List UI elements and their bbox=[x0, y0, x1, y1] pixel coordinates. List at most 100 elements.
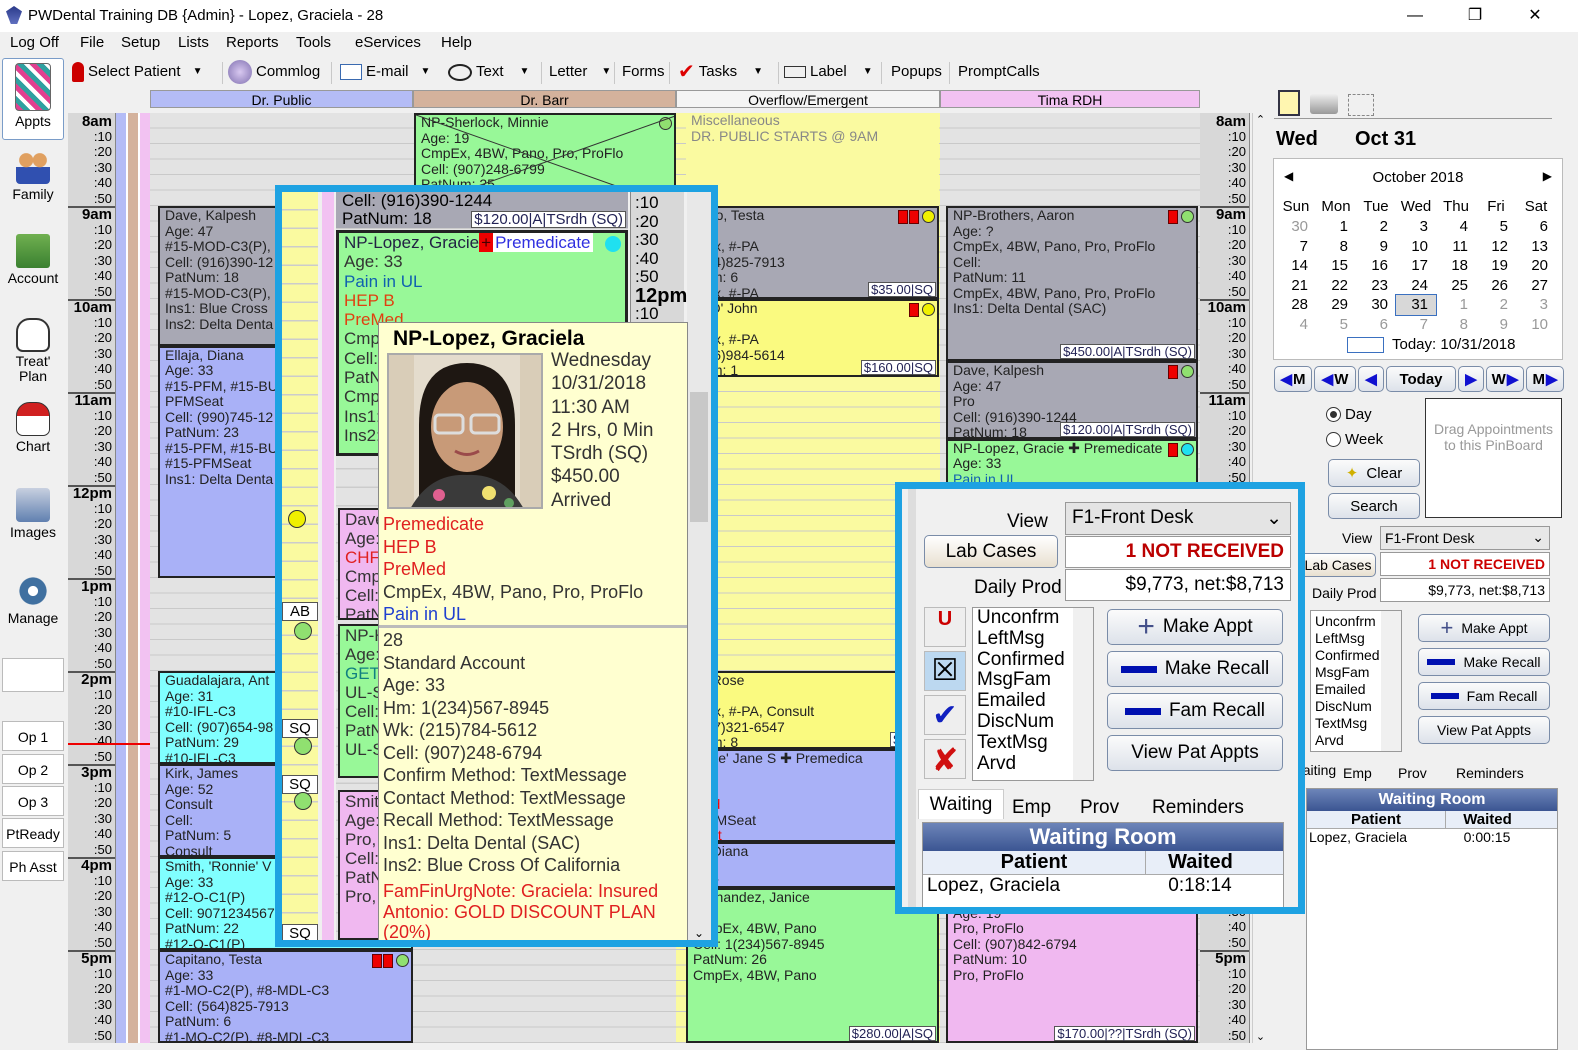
select-patient-button[interactable]: Select Patient ▼ bbox=[72, 60, 202, 84]
calendar-day[interactable]: 22 bbox=[1316, 276, 1356, 296]
make-recall-button[interactable]: Make Recall bbox=[1418, 648, 1550, 676]
tab-reminders[interactable]: Reminders bbox=[1456, 765, 1524, 781]
column-header-dr-public[interactable]: Dr. Public bbox=[150, 90, 413, 108]
text-button[interactable]: Text ▼ bbox=[448, 60, 529, 84]
sidebar-item-family[interactable]: Family bbox=[2, 150, 64, 202]
chevron-down-icon[interactable]: ▼ bbox=[520, 60, 530, 84]
fam-recall-button[interactable]: Fam Recall bbox=[1418, 682, 1550, 710]
menu-reports[interactable]: Reports bbox=[226, 34, 279, 51]
chevron-down-icon[interactable]: ▼ bbox=[863, 60, 873, 84]
zoom-fam-recall-button[interactable]: Fam Recall bbox=[1107, 693, 1283, 729]
sidebar-item-account[interactable]: Account bbox=[2, 234, 64, 286]
zoom-view-select[interactable]: F1-Front Desk ⌄ bbox=[1065, 502, 1291, 535]
prev-day-button[interactable]: ◀ bbox=[1358, 366, 1384, 392]
scroll-up-icon[interactable]: ⌃ bbox=[1253, 113, 1268, 126]
scroll-down-icon[interactable]: ⌄ bbox=[1253, 1030, 1268, 1043]
calendar-day[interactable]: 16 bbox=[1356, 256, 1396, 276]
ph-asst-button[interactable]: Ph Asst bbox=[2, 851, 64, 881]
zoom-waiting-row[interactable]: Lopez, Graciela 0:18:14 bbox=[923, 875, 1283, 897]
menu-file[interactable]: File bbox=[80, 34, 104, 51]
list-scrollbar[interactable] bbox=[1073, 608, 1093, 780]
next-week-button[interactable]: W ▶ bbox=[1486, 366, 1524, 392]
list-scrollbar[interactable] bbox=[1381, 611, 1401, 751]
menu-setup[interactable]: Setup bbox=[121, 34, 160, 51]
chevron-down-icon[interactable]: ▼ bbox=[601, 60, 611, 84]
column-header-overflow[interactable]: Overflow/Emergent bbox=[676, 90, 940, 108]
calendar-day[interactable]: 10 bbox=[1396, 237, 1436, 257]
clear-button[interactable]: ✦ Clear bbox=[1328, 459, 1420, 487]
view-pat-appts-button[interactable]: View Pat Appts bbox=[1418, 716, 1550, 744]
delete-x-icon[interactable]: ✘ bbox=[924, 739, 966, 779]
calendar-day[interactable]: 12 bbox=[1476, 237, 1516, 257]
calendar-day[interactable]: 9 bbox=[1476, 315, 1516, 335]
calendar-day[interactable]: 11 bbox=[1436, 237, 1476, 257]
tab-emp[interactable]: Emp bbox=[1343, 765, 1372, 781]
calendar-day[interactable]: 15 bbox=[1316, 256, 1356, 276]
pinboard[interactable]: Drag Appointments to this PinBoard bbox=[1425, 398, 1562, 518]
forms-button[interactable]: Forms bbox=[622, 60, 665, 84]
notes-icon[interactable] bbox=[1278, 90, 1300, 116]
tasks-button[interactable]: ✔ Tasks ▼ bbox=[678, 60, 763, 84]
next-month-button[interactable]: M ▶ bbox=[1526, 366, 1564, 392]
close-button[interactable]: ✕ bbox=[1520, 4, 1550, 28]
calendar-day[interactable]: 9 bbox=[1356, 237, 1396, 257]
calendar-day[interactable]: 3 bbox=[1516, 295, 1556, 315]
calendar-day[interactable]: 13 bbox=[1516, 237, 1556, 257]
appointment-block[interactable]: Capitano, Testa Age: 33 #1-MO-C2(P), #8-MD… bbox=[158, 950, 413, 1043]
lab-icon[interactable] bbox=[1348, 94, 1374, 116]
week-radio[interactable]: Week bbox=[1326, 431, 1383, 448]
sidebar-item-manage[interactable]: Manage bbox=[2, 574, 64, 626]
menu-tools[interactable]: Tools bbox=[296, 34, 331, 51]
menu-lists[interactable]: Lists bbox=[178, 34, 209, 51]
appointment-block[interactable]: , 'JD' John64mEx, #-PA(916)984-5614Num: … bbox=[686, 299, 939, 377]
calendar-day[interactable]: 10 bbox=[1516, 315, 1556, 335]
calendar-day[interactable]: 6 bbox=[1356, 315, 1396, 335]
zoom-patient-header[interactable]: Patient bbox=[923, 851, 1145, 874]
next-month-icon[interactable]: ▶ bbox=[1543, 169, 1552, 183]
calendar-day[interactable]: 6 bbox=[1516, 217, 1556, 237]
calendar-day[interactable]: 30 bbox=[1276, 217, 1316, 237]
column-header-dr-barr[interactable]: Dr. Barr bbox=[413, 90, 676, 108]
op-1-button[interactable]: Op 1 bbox=[2, 721, 64, 751]
calendar-day[interactable]: 29 bbox=[1316, 295, 1356, 315]
calendar-day[interactable]: 2 bbox=[1356, 217, 1396, 237]
calendar-day[interactable]: 8 bbox=[1436, 315, 1476, 335]
next-day-button[interactable]: ▶ bbox=[1458, 366, 1484, 392]
sidebar-item-chart[interactable]: Chart bbox=[2, 402, 64, 454]
letter-button[interactable]: Letter ▼ bbox=[549, 60, 611, 84]
calendar-day[interactable]: 28 bbox=[1276, 295, 1316, 315]
calendar-day[interactable]: 1 bbox=[1316, 217, 1356, 237]
popups-button[interactable]: Popups bbox=[891, 60, 942, 84]
appointment-block[interactable]: Dave, Kalpesh Age: 47 Pro Cell: (916)390-12… bbox=[946, 361, 1198, 439]
callout-scrollbar[interactable]: ⌄ bbox=[687, 192, 711, 940]
menu-eservices[interactable]: eServices bbox=[355, 34, 421, 51]
lab-cases-button[interactable]: Lab Cases bbox=[1300, 553, 1376, 577]
email-button[interactable]: E-mail ▼ bbox=[340, 60, 430, 84]
today-label[interactable]: Today: 10/31/2018 bbox=[1392, 336, 1515, 353]
zoom-make-appt-button[interactable]: + Make Appt bbox=[1107, 609, 1283, 645]
calendar-day[interactable]: 7 bbox=[1396, 315, 1436, 335]
tab-prov[interactable]: Prov bbox=[1398, 765, 1427, 781]
calendar-day[interactable]: 5 bbox=[1316, 315, 1356, 335]
calendar-day[interactable]: 30 bbox=[1356, 295, 1396, 315]
appointment-block[interactable]: NP-Brothers, Aaron Age: ? CmpEx, 4BW, Pano… bbox=[946, 206, 1198, 361]
calendar-day[interactable]: 19 bbox=[1476, 256, 1516, 276]
calendar-day[interactable]: 14 bbox=[1276, 256, 1316, 276]
op-2-button[interactable]: Op 2 bbox=[2, 754, 64, 784]
unconfirmed-icon[interactable]: U bbox=[924, 607, 966, 647]
calendar-day[interactable]: 25 bbox=[1436, 276, 1476, 296]
calendar-day[interactable]: 4 bbox=[1276, 315, 1316, 335]
calendar-day[interactable]: 8 bbox=[1316, 237, 1356, 257]
calendar-day[interactable]: 18 bbox=[1436, 256, 1476, 276]
waiting-row[interactable]: Lopez, Graciela 0:00:15 bbox=[1307, 829, 1557, 845]
callout-dave-appt[interactable]: Cell: (916)390-1244 PatNum: 18 $120.00|A|T… bbox=[336, 192, 628, 228]
prev-month-button[interactable]: ◀ M bbox=[1274, 366, 1312, 392]
calendar-day[interactable]: 7 bbox=[1276, 237, 1316, 257]
zoom-confirmation-list[interactable]: Unconfrm LeftMsg Confirmed MsgFam Emailed Dis… bbox=[972, 607, 1094, 781]
calendar-day[interactable]: 27 bbox=[1516, 276, 1556, 296]
view-select[interactable]: F1-Front Desk ⌄ bbox=[1380, 526, 1550, 550]
zoom-view-pat-appts-button[interactable]: View Pat Appts bbox=[1107, 735, 1283, 771]
confirmation-list[interactable]: Unconfrm LeftMsg Confirmed MsgFam Emailed Dis… bbox=[1310, 610, 1402, 752]
zoom-tab-emp[interactable]: Emp bbox=[1012, 797, 1051, 819]
op-3-button[interactable]: Op 3 bbox=[2, 786, 64, 816]
